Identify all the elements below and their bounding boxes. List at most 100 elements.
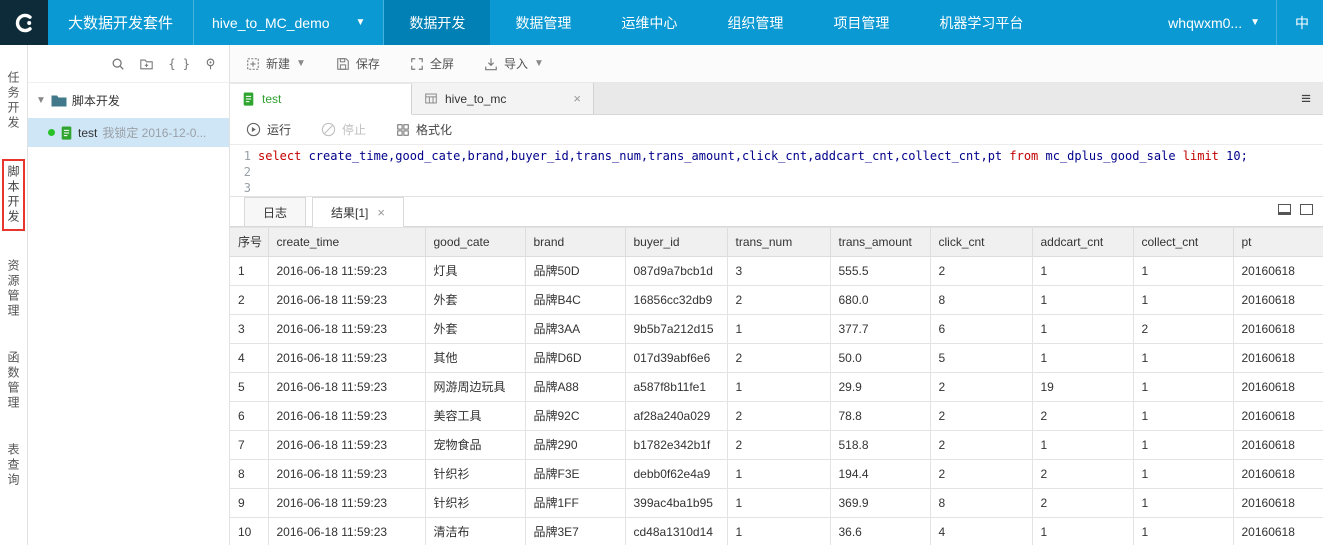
nav-item[interactable]: 组织管理 <box>702 0 808 45</box>
nav-menu: 数据开发 数据管理 运维中心 组织管理 项目管理 机器学习平台 <box>384 0 1048 45</box>
sql-editor[interactable]: 1 2 3 select create_time,good_cate,brand,b… <box>230 145 1323 197</box>
stop-button-label: 停止 <box>342 123 367 137</box>
table-cell: 518.8 <box>829 429 931 460</box>
log-tab[interactable]: 日志 <box>244 197 307 226</box>
table-row[interactable]: 6 2016-06-18 11:59:23 美容工具 品牌92C af28a240a02… <box>230 400 1323 431</box>
table-cell: 2016-06-18 11:59:23 <box>267 371 426 402</box>
fullscreen-icon <box>411 57 423 70</box>
table-cell: 1 <box>1031 342 1134 373</box>
new-button[interactable]: 新建 ▼ <box>246 55 306 72</box>
close-icon[interactable]: × <box>377 205 385 220</box>
column-header[interactable]: click_cnt <box>929 228 1033 257</box>
tab-hive-to-mc[interactable]: hive_to_mc × <box>412 83 594 114</box>
run-toolbar: 运行 停止 格式化 <box>230 115 1323 145</box>
rail-item[interactable]: 表查询 <box>4 439 23 492</box>
result-table: 序号 create_time good_cate brand buyer_id trans… <box>230 228 1323 545</box>
tree-item-name: test <box>78 125 98 140</box>
editor-gutter: 1 2 3 <box>230 148 258 196</box>
table-cell: af28a240a029 <box>624 400 728 431</box>
column-header[interactable]: buyer_id <box>624 228 728 257</box>
table-row[interactable]: 1 2016-06-18 11:59:23 灯具 品牌50D 087d9a7bcb1d 3… <box>230 255 1323 286</box>
table-cell: 品牌F3E <box>524 458 626 489</box>
column-header[interactable]: trans_amount <box>829 228 931 257</box>
table-row[interactable]: 7 2016-06-18 11:59:23 宠物食品 品牌290 b1782e342b1… <box>230 429 1323 460</box>
column-header[interactable]: trans_num <box>726 228 831 257</box>
table-row[interactable]: 4 2016-06-18 11:59:23 其他 品牌D6D 017d39abf6e6 2… <box>230 342 1323 373</box>
column-header[interactable]: good_cate <box>424 228 526 257</box>
column-header[interactable]: pt <box>1232 228 1323 257</box>
sql-file-icon <box>61 125 72 140</box>
rail-item[interactable]: 脚本开发 <box>2 159 25 231</box>
language-switch[interactable]: 中 <box>1276 0 1323 45</box>
tab-test[interactable]: test <box>230 84 412 115</box>
nav-item[interactable]: 数据开发 <box>384 0 491 45</box>
code-braces-icon[interactable]: { } <box>168 57 190 71</box>
editor-code-area[interactable]: select create_time,good_cate,brand,buyer… <box>258 148 1323 196</box>
save-button[interactable]: 保存 <box>336 55 380 72</box>
tab-label: hive_to_mc <box>445 91 507 106</box>
user-menu[interactable]: whqwxm0... ▼ <box>1152 0 1276 45</box>
result-tab-bar: 日志 结果[1] × <box>230 197 1323 227</box>
format-button[interactable]: 格式化 <box>396 121 452 138</box>
project-selector[interactable]: hive_to_MC_demo ▼ <box>193 0 385 45</box>
nav-item[interactable]: 数据管理 <box>490 0 596 45</box>
nav-item[interactable]: 项目管理 <box>808 0 914 45</box>
column-header[interactable]: addcart_cnt <box>1031 228 1134 257</box>
nav-item[interactable]: 运维中心 <box>596 0 702 45</box>
import-button[interactable]: 导入 ▼ <box>484 55 544 72</box>
maximize-panel-icon[interactable] <box>1300 204 1313 215</box>
table-cell: 2016-06-18 11:59:23 <box>267 487 426 518</box>
stop-button[interactable]: 停止 <box>321 121 366 138</box>
table-row[interactable]: 9 2016-06-18 11:59:23 针织衫 品牌1FF 399ac4ba1b95… <box>230 487 1323 518</box>
table-row[interactable]: 2 2016-06-18 11:59:23 外套 品牌B4C 16856cc32db9 2… <box>230 284 1323 315</box>
run-button[interactable]: 运行 <box>246 121 291 138</box>
tree-root-script-dev[interactable]: ▼ 脚本开发 <box>28 83 229 118</box>
rail-item[interactable]: 资源管理 <box>4 255 23 323</box>
table-cell: 4 <box>230 342 269 373</box>
close-icon[interactable]: × <box>573 91 581 106</box>
app-logo[interactable] <box>0 0 48 45</box>
rail-item[interactable]: 函数管理 <box>4 347 23 415</box>
result-panel: 日志 结果[1] × 序号 create_time good_cate brand bu… <box>230 197 1323 545</box>
panel-window-controls <box>1278 204 1313 215</box>
fullscreen-button[interactable]: 全屏 <box>410 55 454 72</box>
table-cell: 1 <box>1132 516 1234 545</box>
table-cell: 9b5b7a212d15 <box>624 313 728 344</box>
result-tab[interactable]: 结果[1] × <box>312 197 404 227</box>
sql-text: create_time,good_cate,brand,buyer_id,tra… <box>301 149 1010 163</box>
nav-item[interactable]: 机器学习平台 <box>914 0 1048 45</box>
search-icon[interactable] <box>111 57 125 71</box>
restore-panel-icon[interactable] <box>1278 204 1291 215</box>
column-header[interactable]: collect_cnt <box>1132 228 1234 257</box>
table-row[interactable]: 10 2016-06-18 11:59:23 清洁布 品牌3E7 cd48a1310d1… <box>230 516 1323 545</box>
tree-root-label: 脚本开发 <box>71 94 120 108</box>
table-cell: 20160618 <box>1232 400 1323 431</box>
table-cell: 1 <box>1031 516 1134 545</box>
table-cell: 20160618 <box>1232 284 1323 315</box>
new-folder-icon[interactable] <box>139 57 154 71</box>
table-row[interactable]: 3 2016-06-18 11:59:23 外套 品牌3AA 9b5b7a212d15 1… <box>230 313 1323 344</box>
tab-list-menu-icon[interactable]: ≡ <box>1289 89 1323 109</box>
table-cell: 50.0 <box>829 342 931 373</box>
table-cell: 5 <box>929 342 1033 373</box>
table-cell: 087d9a7bcb1d <box>624 255 728 286</box>
column-header[interactable]: 序号 <box>230 228 269 257</box>
tree-item-test[interactable]: test 我锁定 2016-12-0... <box>28 118 229 147</box>
table-cell: 2 <box>929 371 1033 402</box>
format-grid-icon <box>397 123 409 136</box>
table-row[interactable]: 5 2016-06-18 11:59:23 网游周边玩具 品牌A88 a587f8b11… <box>230 371 1323 402</box>
run-icon <box>246 122 261 137</box>
location-pin-icon[interactable] <box>204 57 217 71</box>
table-cell: 194.4 <box>829 458 931 489</box>
sql-keyword: select <box>258 149 302 163</box>
editor-tab-bar: test hive_to_mc × ≡ <box>230 83 1323 115</box>
tree-expand-caret-icon[interactable]: ▼ <box>36 95 46 106</box>
column-header[interactable]: create_time <box>267 228 426 257</box>
result-table-container[interactable]: 序号 create_time good_cate brand buyer_id trans… <box>230 227 1323 545</box>
table-row[interactable]: 8 2016-06-18 11:59:23 针织衫 品牌F3E debb0f62e4a9… <box>230 458 1323 489</box>
tree-panel: { } ▼ 脚本开发 test 我锁定 2016-12-0... <box>28 45 230 545</box>
column-header[interactable]: brand <box>524 228 626 257</box>
table-cell: 针织衫 <box>424 458 526 489</box>
rail-item[interactable]: 任务开发 <box>4 67 23 135</box>
table-cell: 3 <box>726 255 831 286</box>
